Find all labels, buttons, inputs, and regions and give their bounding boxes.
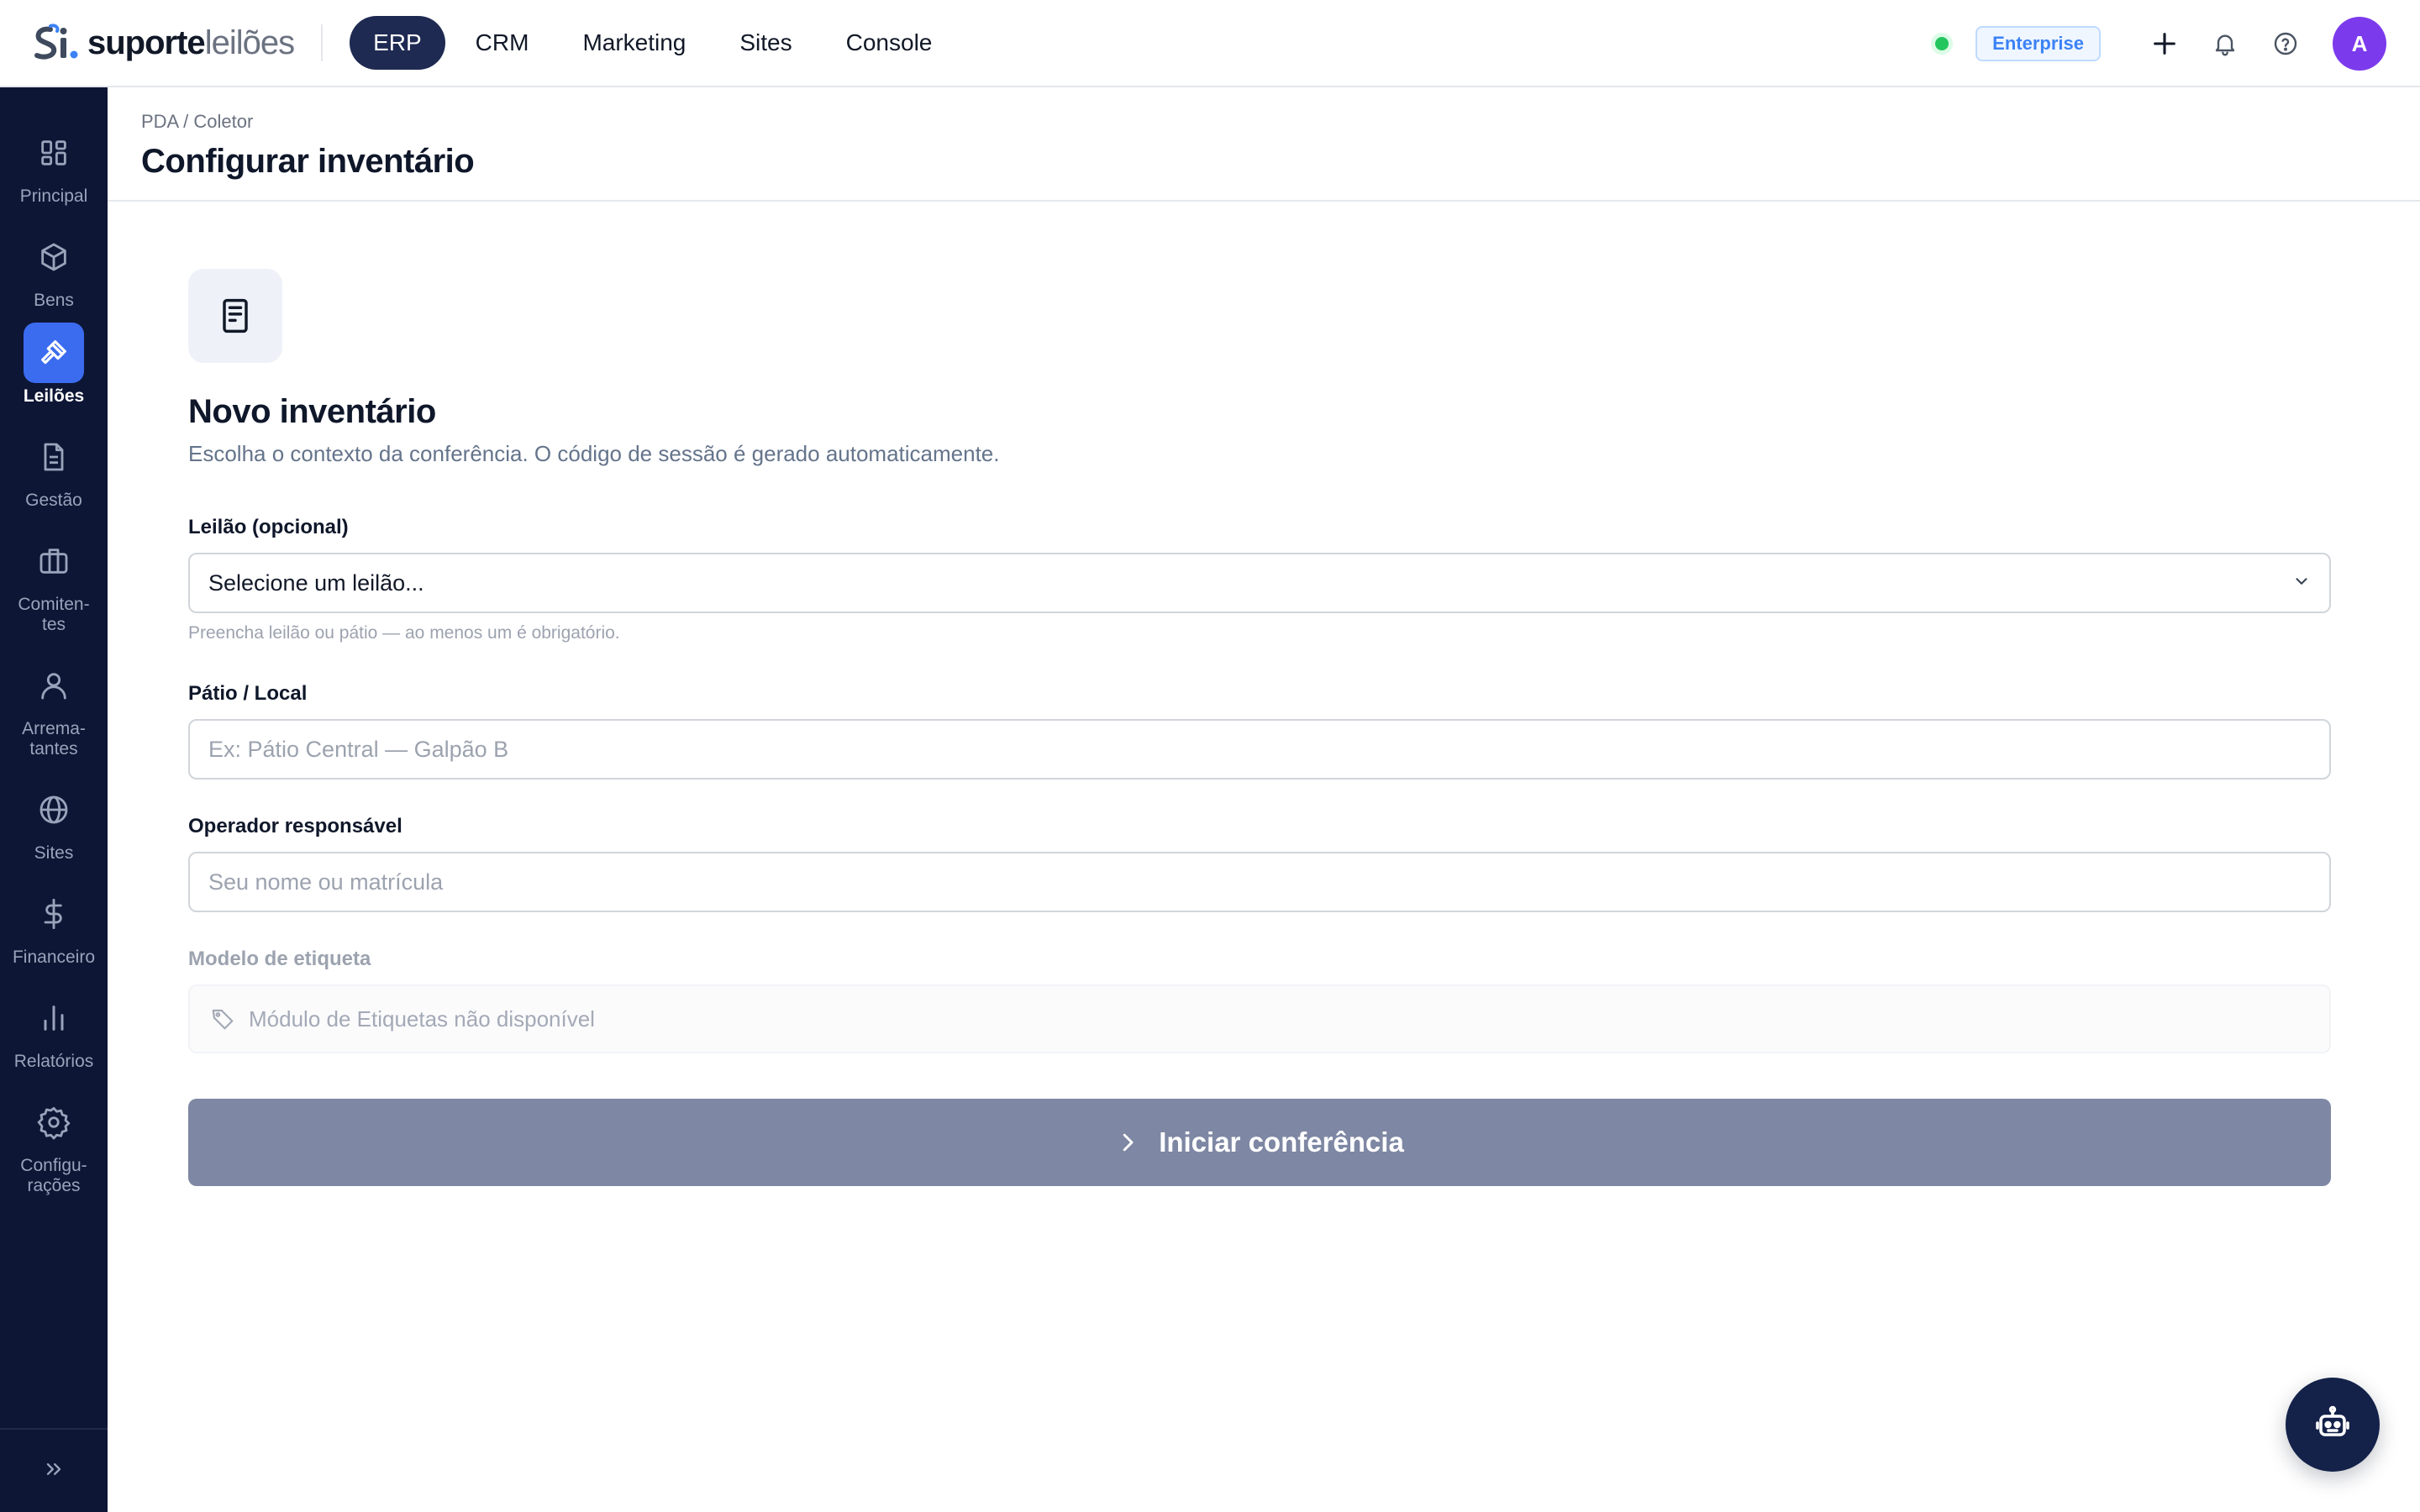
sidebar-item-label: Bens [34, 291, 74, 310]
sidebar-item-arrematantes[interactable]: Arrema- tantes [0, 655, 108, 759]
top-bar: suporte leilões ERP CRM Marketing Sites C… [0, 0, 2420, 87]
sidebar: Principal Bens Leilões Gestão Comiten- t… [0, 87, 108, 1512]
gavel-icon [24, 323, 84, 383]
yard-field: Pátio / Local Ex: Pátio Central — Galpão… [188, 682, 2331, 780]
brand-name-bold: suporte [87, 24, 206, 61]
briefcase-icon [24, 531, 84, 591]
chevron-right-icon [1115, 1130, 1140, 1155]
yard-label: Pátio / Local [188, 682, 308, 705]
brand-logo[interactable]: suporte leilões [34, 0, 295, 87]
start-conference-button[interactable]: Iniciar conferência [188, 1099, 2331, 1186]
form-title: Novo inventário [188, 393, 436, 430]
page-header: PDA / Coletor Configurar inventário [108, 87, 2420, 202]
robot-icon [2312, 1403, 2353, 1447]
auction-select[interactable]: Selecione um leilão... [188, 553, 2331, 613]
tab-erp[interactable]: ERP [350, 16, 445, 70]
label-model-unavailable: Módulo de Etiquetas não disponível [188, 984, 2331, 1053]
sidebar-item-principal[interactable]: Principal [0, 123, 108, 207]
brand-name-light: leilões [204, 24, 295, 61]
sidebar-item-label: Financeiro [12, 948, 96, 967]
top-nav: ERP CRM Marketing Sites Console [350, 16, 955, 70]
sidebar-item-label: Relatórios [13, 1052, 94, 1071]
operator-field: Operador responsável Seu nome ou matrícu… [188, 815, 2331, 912]
form-subtitle: Escolha o contexto da conferência. O cód… [188, 441, 1000, 466]
sidebar-item-label: Configu- rações [20, 1156, 87, 1195]
sidebar-item-bens[interactable]: Bens [0, 227, 108, 311]
dashboard-grid-icon [24, 123, 84, 183]
sidebar-item-comitentes[interactable]: Comiten- tes [0, 531, 108, 635]
sidebar-item-label: Principal [19, 186, 88, 206]
breadcrumb[interactable]: PDA / Coletor [141, 111, 253, 133]
cube-icon [24, 227, 84, 287]
bar-chart-icon [24, 988, 84, 1048]
inventory-form: Novo inventário Escolha o contexto da co… [188, 269, 2331, 1186]
label-model-label: Modelo de etiqueta [188, 948, 371, 970]
notepad-icon [188, 269, 282, 363]
sidebar-item-sites[interactable]: Sites [0, 780, 108, 864]
start-conference-label: Iniciar conferência [1159, 1126, 1404, 1158]
auction-field: Leilão (opcional) Selecione um leilão...… [188, 516, 2331, 643]
tab-console[interactable]: Console [823, 16, 956, 70]
tag-icon [210, 1006, 235, 1032]
user-icon [24, 655, 84, 716]
auction-select-value: Selecione um leilão... [208, 570, 424, 596]
label-model-field: Modelo de etiqueta Módulo de Etiquetas n… [188, 948, 2331, 1053]
operator-label: Operador responsável [188, 815, 402, 837]
sidebar-item-financeiro[interactable]: Financeiro [0, 884, 108, 968]
auction-label: Leilão (opcional) [188, 516, 349, 538]
logo-mark-icon [34, 21, 81, 65]
tab-marketing[interactable]: Marketing [559, 16, 709, 70]
sidebar-item-label: Gestão [25, 491, 82, 510]
chevron-down-icon [2292, 570, 2311, 596]
page-title: Configurar inventário [141, 143, 475, 180]
sidebar-item-label: Arrema- tantes [22, 719, 86, 759]
globe-icon [24, 780, 84, 840]
dollar-icon [24, 884, 84, 944]
sidebar-item-configuracoes[interactable]: Configu- rações [0, 1092, 108, 1196]
sidebar-collapse-button[interactable] [0, 1428, 108, 1512]
gear-icon [24, 1092, 84, 1152]
bell-icon[interactable] [2198, 17, 2252, 71]
sidebar-item-relatorios[interactable]: Relatórios [0, 988, 108, 1072]
operator-input[interactable]: Seu nome ou matrícula [188, 852, 2331, 912]
sidebar-item-label: Leilões [23, 386, 85, 406]
plus-icon[interactable] [2138, 17, 2191, 71]
topbar-actions: Enterprise A [1935, 0, 2386, 87]
tab-sites[interactable]: Sites [716, 16, 815, 70]
plan-badge: Enterprise [1975, 26, 2101, 61]
sidebar-item-gestao[interactable]: Gestão [0, 427, 108, 511]
user-avatar[interactable]: A [2333, 17, 2386, 71]
sidebar-item-label: Sites [34, 843, 74, 863]
auction-hint: Preencha leilão ou pátio — ao menos um é… [188, 623, 620, 643]
topbar-divider [321, 24, 324, 61]
brand-name: suporte leilões [87, 24, 295, 62]
online-status-dot [1935, 37, 1949, 50]
chevrons-right-icon [42, 1457, 66, 1485]
label-model-unavailable-text: Módulo de Etiquetas não disponível [249, 1005, 595, 1032]
yard-input[interactable]: Ex: Pátio Central — Galpão B [188, 719, 2331, 780]
tab-crm[interactable]: CRM [452, 16, 553, 70]
help-icon[interactable] [2259, 17, 2312, 71]
assistant-button[interactable] [2286, 1378, 2380, 1472]
document-icon [24, 427, 84, 487]
sidebar-item-label: Comiten- tes [18, 595, 90, 634]
sidebar-item-leiloes[interactable]: Leilões [0, 323, 108, 407]
